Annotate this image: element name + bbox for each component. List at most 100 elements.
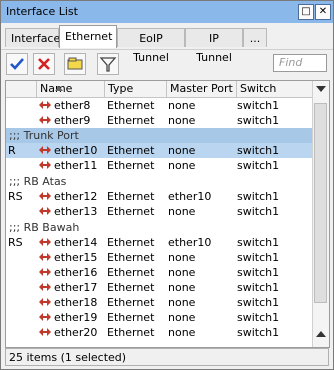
find-input[interactable]: Find bbox=[273, 54, 327, 72]
row-master-port: none bbox=[168, 296, 196, 309]
table-row[interactable]: ether18 Ethernet none switch1 bbox=[6, 295, 312, 310]
row-type: Ethernet bbox=[107, 159, 155, 172]
tab-eoip-tunnel[interactable]: EoIP Tunnel bbox=[117, 28, 185, 64]
table-row-selected[interactable]: R ether10 Ethernet none switch1 bbox=[6, 143, 312, 158]
row-type: Ethernet bbox=[107, 266, 155, 279]
row-switch: switch1 bbox=[237, 114, 280, 127]
row-type: Ethernet bbox=[107, 326, 155, 339]
title-bar[interactable]: Interface List □ ✕ bbox=[1, 1, 333, 23]
row-switch: switch1 bbox=[237, 311, 280, 324]
scroll-thumb[interactable] bbox=[314, 103, 327, 303]
comment-icon bbox=[67, 57, 83, 70]
row-flag bbox=[8, 265, 34, 280]
restore-button[interactable]: □ bbox=[298, 4, 314, 20]
tab-ip-tunnel[interactable]: IP Tunnel bbox=[185, 28, 243, 64]
table-row[interactable]: ether16 Ethernet none switch1 bbox=[6, 265, 312, 280]
row-type: Ethernet bbox=[107, 311, 155, 324]
row-master-port: none bbox=[168, 99, 196, 112]
table-row[interactable]: ether13 Ethernet none switch1 bbox=[6, 204, 312, 219]
row-flag bbox=[8, 250, 34, 265]
checkmark-icon bbox=[10, 58, 24, 70]
row-flag bbox=[8, 280, 34, 295]
row-flag bbox=[8, 325, 34, 340]
header-master-port[interactable]: Master Port bbox=[166, 81, 236, 97]
cross-icon bbox=[38, 58, 50, 70]
row-master-port: none bbox=[168, 311, 196, 324]
row-type: Ethernet bbox=[107, 281, 155, 294]
row-type: Ethernet bbox=[107, 296, 155, 309]
ethernet-port-icon bbox=[39, 101, 51, 109]
interface-list-window: Interface List □ ✕ Interface Ethernet Eo… bbox=[0, 0, 334, 370]
row-type: Ethernet bbox=[107, 99, 155, 112]
table-row[interactable]: ether19 Ethernet none switch1 bbox=[6, 310, 312, 325]
row-type: Ethernet bbox=[107, 114, 155, 127]
row-flag: RS bbox=[8, 236, 23, 249]
table-row[interactable]: ether17 Ethernet none switch1 bbox=[6, 280, 312, 295]
filter-icon bbox=[99, 57, 117, 72]
row-switch: switch1 bbox=[237, 159, 280, 172]
row-type: Ethernet bbox=[107, 236, 155, 249]
close-button[interactable]: ✕ bbox=[315, 4, 331, 20]
row-name: ether9 bbox=[54, 114, 91, 127]
row-switch: switch1 bbox=[237, 281, 280, 294]
tab-interface[interactable]: Interface bbox=[5, 28, 60, 47]
ethernet-port-icon bbox=[39, 298, 51, 306]
ethernet-port-icon bbox=[39, 116, 51, 124]
row-name: ether13 bbox=[54, 205, 98, 218]
row-name: ether12 bbox=[54, 190, 98, 203]
header-type[interactable]: Type bbox=[104, 81, 166, 97]
row-name: ether19 bbox=[54, 311, 98, 324]
row-master-port: none bbox=[168, 251, 196, 264]
table-row[interactable]: ether8 Ethernet none switch1 bbox=[6, 98, 312, 113]
row-switch: switch1 bbox=[237, 266, 280, 279]
row-master-port: none bbox=[168, 114, 196, 127]
ethernet-port-icon bbox=[39, 161, 51, 169]
ethernet-port-icon bbox=[39, 268, 51, 276]
group-comment: ;;; RB Bawah bbox=[9, 221, 80, 234]
ethernet-port-icon bbox=[39, 283, 51, 291]
tab-more[interactable]: ... bbox=[243, 28, 267, 47]
row-switch: switch1 bbox=[237, 205, 280, 218]
disable-button[interactable] bbox=[33, 53, 55, 75]
row-master-port: ether10 bbox=[168, 236, 212, 249]
filter-button[interactable] bbox=[97, 53, 119, 75]
table-row[interactable]: ether9 Ethernet none switch1 bbox=[6, 113, 312, 128]
row-switch: switch1 bbox=[237, 326, 280, 339]
group-comment-row[interactable]: ;;; RB Atas bbox=[6, 174, 312, 189]
row-name: ether16 bbox=[54, 266, 98, 279]
header-flags[interactable] bbox=[6, 81, 36, 97]
scroll-up-arrow-icon[interactable] bbox=[316, 86, 326, 92]
row-master-port: ether10 bbox=[168, 190, 212, 203]
table-row[interactable]: ether11 Ethernet none switch1 bbox=[6, 158, 312, 173]
comment-button[interactable] bbox=[64, 53, 86, 75]
table-row[interactable]: RS ether14 Ethernet ether10 switch1 bbox=[6, 235, 312, 250]
row-flag bbox=[8, 158, 34, 173]
vertical-scrollbar[interactable] bbox=[312, 81, 329, 347]
group-comment: ;;; RB Atas bbox=[9, 175, 67, 188]
ethernet-port-icon bbox=[39, 328, 51, 336]
header-switch[interactable]: Switch bbox=[236, 81, 312, 97]
window-title: Interface List bbox=[6, 5, 78, 18]
group-comment-row[interactable]: ;;; Trunk Port bbox=[6, 128, 312, 143]
sort-icon bbox=[55, 86, 63, 91]
ethernet-port-icon bbox=[39, 313, 51, 321]
row-flag: RS bbox=[8, 190, 23, 203]
row-name: ether17 bbox=[54, 281, 98, 294]
ethernet-port-icon bbox=[39, 253, 51, 261]
table-row[interactable]: ether20 Ethernet none switch1 bbox=[6, 325, 312, 340]
scroll-down-arrow-icon[interactable] bbox=[316, 331, 326, 337]
table-header: Name Type Master Port Switch bbox=[6, 81, 312, 98]
row-name: ether15 bbox=[54, 251, 98, 264]
header-name[interactable]: Name bbox=[36, 81, 104, 97]
row-name: ether18 bbox=[54, 296, 98, 309]
group-comment-row[interactable]: ;;; RB Bawah bbox=[6, 220, 312, 235]
row-name: ether11 bbox=[54, 159, 98, 172]
tab-ethernet[interactable]: Ethernet bbox=[59, 25, 117, 48]
row-flag bbox=[8, 98, 34, 113]
toolbar: Find bbox=[1, 49, 333, 78]
enable-button[interactable] bbox=[6, 53, 28, 75]
table-row[interactable]: ether15 Ethernet none switch1 bbox=[6, 250, 312, 265]
row-switch: switch1 bbox=[237, 190, 280, 203]
table-row[interactable]: RS ether12 Ethernet ether10 switch1 bbox=[6, 189, 312, 204]
row-master-port: none bbox=[168, 205, 196, 218]
